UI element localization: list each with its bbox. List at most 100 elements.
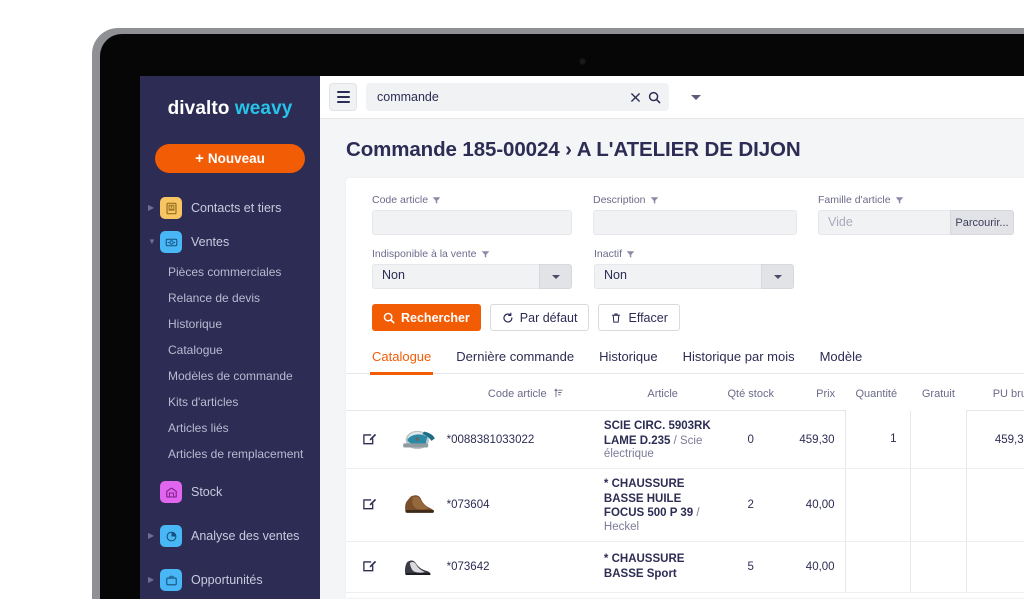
chevron-down-icon[interactable] bbox=[761, 264, 794, 289]
sidebar: divalto weavy + Nouveau ▶ Contacts et tie… bbox=[140, 76, 320, 599]
row-article: SCIE CIRC. 5903RK LAME D.235 / Scie élec… bbox=[603, 410, 722, 469]
col-image bbox=[392, 378, 447, 411]
field-label: Indisponible à la vente bbox=[372, 248, 572, 260]
sidebar-subitem-modeles-de-commande[interactable]: Modèles de commande bbox=[140, 363, 320, 389]
search-button-label: Rechercher bbox=[401, 310, 470, 325]
sidebar-item-stock[interactable]: Stock bbox=[140, 475, 320, 509]
tab-catalogue[interactable]: Catalogue bbox=[369, 349, 434, 375]
sidebar-item-label: Stock bbox=[191, 485, 223, 499]
sidebar-subitem-historique[interactable]: Historique bbox=[140, 311, 320, 337]
field-indisponible: Indisponible à la vente Non bbox=[372, 248, 572, 289]
browse-button[interactable]: Parcourir... bbox=[950, 210, 1014, 235]
sidebar-subitem-kits-articles[interactable]: Kits d'articles bbox=[140, 389, 320, 415]
row-prix: 459,30 bbox=[780, 410, 846, 469]
edit-icon[interactable] bbox=[362, 496, 377, 514]
col-code-article[interactable]: Code article bbox=[446, 378, 604, 411]
briefcase-icon bbox=[160, 569, 182, 591]
filter-icon bbox=[481, 250, 489, 258]
tab-modele[interactable]: Modèle bbox=[820, 349, 863, 373]
app-logo: divalto weavy bbox=[140, 98, 320, 120]
search-icon[interactable] bbox=[648, 91, 661, 104]
default-button[interactable]: Par défaut bbox=[489, 304, 590, 331]
sidebar-subitem-articles-remplacement[interactable]: Articles de remplacement bbox=[140, 441, 320, 467]
tab-historique[interactable]: Historique bbox=[599, 349, 658, 373]
filter-form: Code article Description Famille d'artic… bbox=[346, 194, 1024, 331]
code-article-input[interactable] bbox=[372, 210, 572, 235]
row-quantite[interactable] bbox=[844, 468, 911, 542]
tab-derniere-commande[interactable]: Dernière commande bbox=[456, 349, 574, 373]
field-label-text: Code article bbox=[372, 194, 429, 206]
logo-divalto: divalto bbox=[167, 98, 230, 119]
sidebar-subitem-relance-de-devis[interactable]: Relance de devis bbox=[140, 285, 320, 311]
table-row[interactable]: *0088381033022 SCIE CIRC. 5903RK LAME D.… bbox=[346, 410, 1024, 469]
hamburger-icon[interactable] bbox=[329, 83, 357, 111]
col-qte-stock[interactable]: Qté stock bbox=[721, 378, 781, 411]
row-qte-stock: 5 bbox=[721, 541, 781, 593]
sidebar-subitem-pieces-commerciales[interactable]: Pièces commerciales bbox=[140, 259, 320, 285]
tab-historique-par-mois[interactable]: Historique par mois bbox=[683, 349, 795, 373]
row-edit-cell[interactable] bbox=[346, 468, 393, 542]
row-pu-brut bbox=[966, 541, 1024, 593]
sidebar-item-ventes[interactable]: ▼ Ventes bbox=[140, 225, 320, 259]
sidebar-subitem-catalogue[interactable]: Catalogue bbox=[140, 337, 320, 363]
inactif-select[interactable]: Non bbox=[594, 264, 794, 289]
logo-weavy: weavy bbox=[234, 98, 293, 119]
tab-bar: Catalogue Dernière commande Historique H… bbox=[346, 349, 1024, 375]
chevron-down-icon: ▼ bbox=[148, 237, 156, 246]
row-gratuit[interactable] bbox=[910, 468, 968, 542]
screenshot-root: divalto weavy + Nouveau ▶ Contacts et tie… bbox=[0, 0, 1024, 599]
reset-icon bbox=[503, 312, 513, 323]
chevron-down-icon[interactable] bbox=[539, 264, 572, 289]
new-button-label: Nouveau bbox=[207, 151, 265, 166]
sales-icon bbox=[160, 231, 182, 253]
col-gratuit[interactable]: Gratuit bbox=[910, 378, 967, 411]
indisponible-select[interactable]: Non bbox=[372, 264, 572, 289]
table-row[interactable]: *073642 * CHAUSSURE BASSE Sport 5 40,00 bbox=[346, 541, 1024, 593]
main-content: Commande 185-00024 › A L'ATELIER DE DIJO… bbox=[320, 119, 1024, 599]
edit-icon[interactable] bbox=[362, 431, 377, 449]
famille-article-input[interactable]: Vide bbox=[818, 210, 950, 235]
edit-icon[interactable] bbox=[362, 558, 377, 576]
row-gratuit[interactable] bbox=[910, 541, 968, 593]
plus-icon: + bbox=[195, 150, 204, 167]
search-input[interactable]: commande bbox=[366, 83, 669, 111]
filter-icon bbox=[895, 196, 903, 204]
chevron-right-icon: ▶ bbox=[148, 575, 155, 584]
search-input-value: commande bbox=[377, 90, 439, 104]
sidebar-item-contacts[interactable]: ▶ Contacts et tiers bbox=[140, 191, 320, 225]
sidebar-item-label: Analyse des ventes bbox=[191, 529, 300, 543]
chevron-right-icon: ▶ bbox=[148, 531, 155, 540]
sidebar-subitem-articles-lies[interactable]: Articles liés bbox=[140, 415, 320, 441]
field-label-text: Description bbox=[593, 194, 646, 206]
col-pu-brut[interactable]: PU brut bbox=[966, 378, 1024, 411]
row-quantite[interactable] bbox=[844, 541, 911, 593]
col-prix[interactable]: Prix bbox=[780, 378, 846, 411]
row-edit-cell[interactable] bbox=[346, 541, 393, 593]
chevron-down-icon[interactable] bbox=[691, 94, 701, 100]
circular-saw-thumb bbox=[403, 430, 436, 449]
col-quantite[interactable]: Quantité bbox=[845, 378, 910, 411]
field-label: Inactif bbox=[594, 248, 794, 260]
chart-pie-icon bbox=[160, 525, 182, 547]
indisponible-value: Non bbox=[372, 264, 539, 289]
clear-button-label: Effacer bbox=[628, 310, 668, 325]
row-edit-cell[interactable] bbox=[346, 410, 393, 469]
new-button[interactable]: + Nouveau bbox=[155, 144, 305, 173]
description-input[interactable] bbox=[593, 210, 797, 235]
row-code: *0088381033022 bbox=[446, 410, 604, 469]
row-article: * CHAUSSURE BASSE HUILE FOCUS 500 P 39 /… bbox=[603, 468, 722, 542]
sidebar-item-opportunites[interactable]: ▶ Opportunités bbox=[140, 563, 320, 597]
row-quantite[interactable]: 1 bbox=[844, 410, 911, 469]
row-gratuit[interactable] bbox=[910, 410, 968, 469]
page-title: Commande 185-00024 › A L'ATELIER DE DIJO… bbox=[346, 138, 801, 161]
field-label-text: Indisponible à la vente bbox=[372, 248, 477, 260]
sidebar-item-analyse-des-ventes[interactable]: ▶ Analyse des ventes bbox=[140, 519, 320, 553]
close-icon[interactable] bbox=[630, 92, 641, 103]
row-pu-brut: 459,30 bbox=[966, 410, 1024, 469]
row-code: *073642 bbox=[446, 541, 604, 593]
table-row[interactable]: *073604 * CHAUSSURE BASSE HUILE FOCUS 50… bbox=[346, 468, 1024, 542]
field-description: Description bbox=[593, 194, 797, 235]
col-article[interactable]: Article bbox=[603, 378, 722, 411]
clear-button[interactable]: Effacer bbox=[598, 304, 680, 331]
search-button[interactable]: Rechercher bbox=[372, 304, 481, 331]
